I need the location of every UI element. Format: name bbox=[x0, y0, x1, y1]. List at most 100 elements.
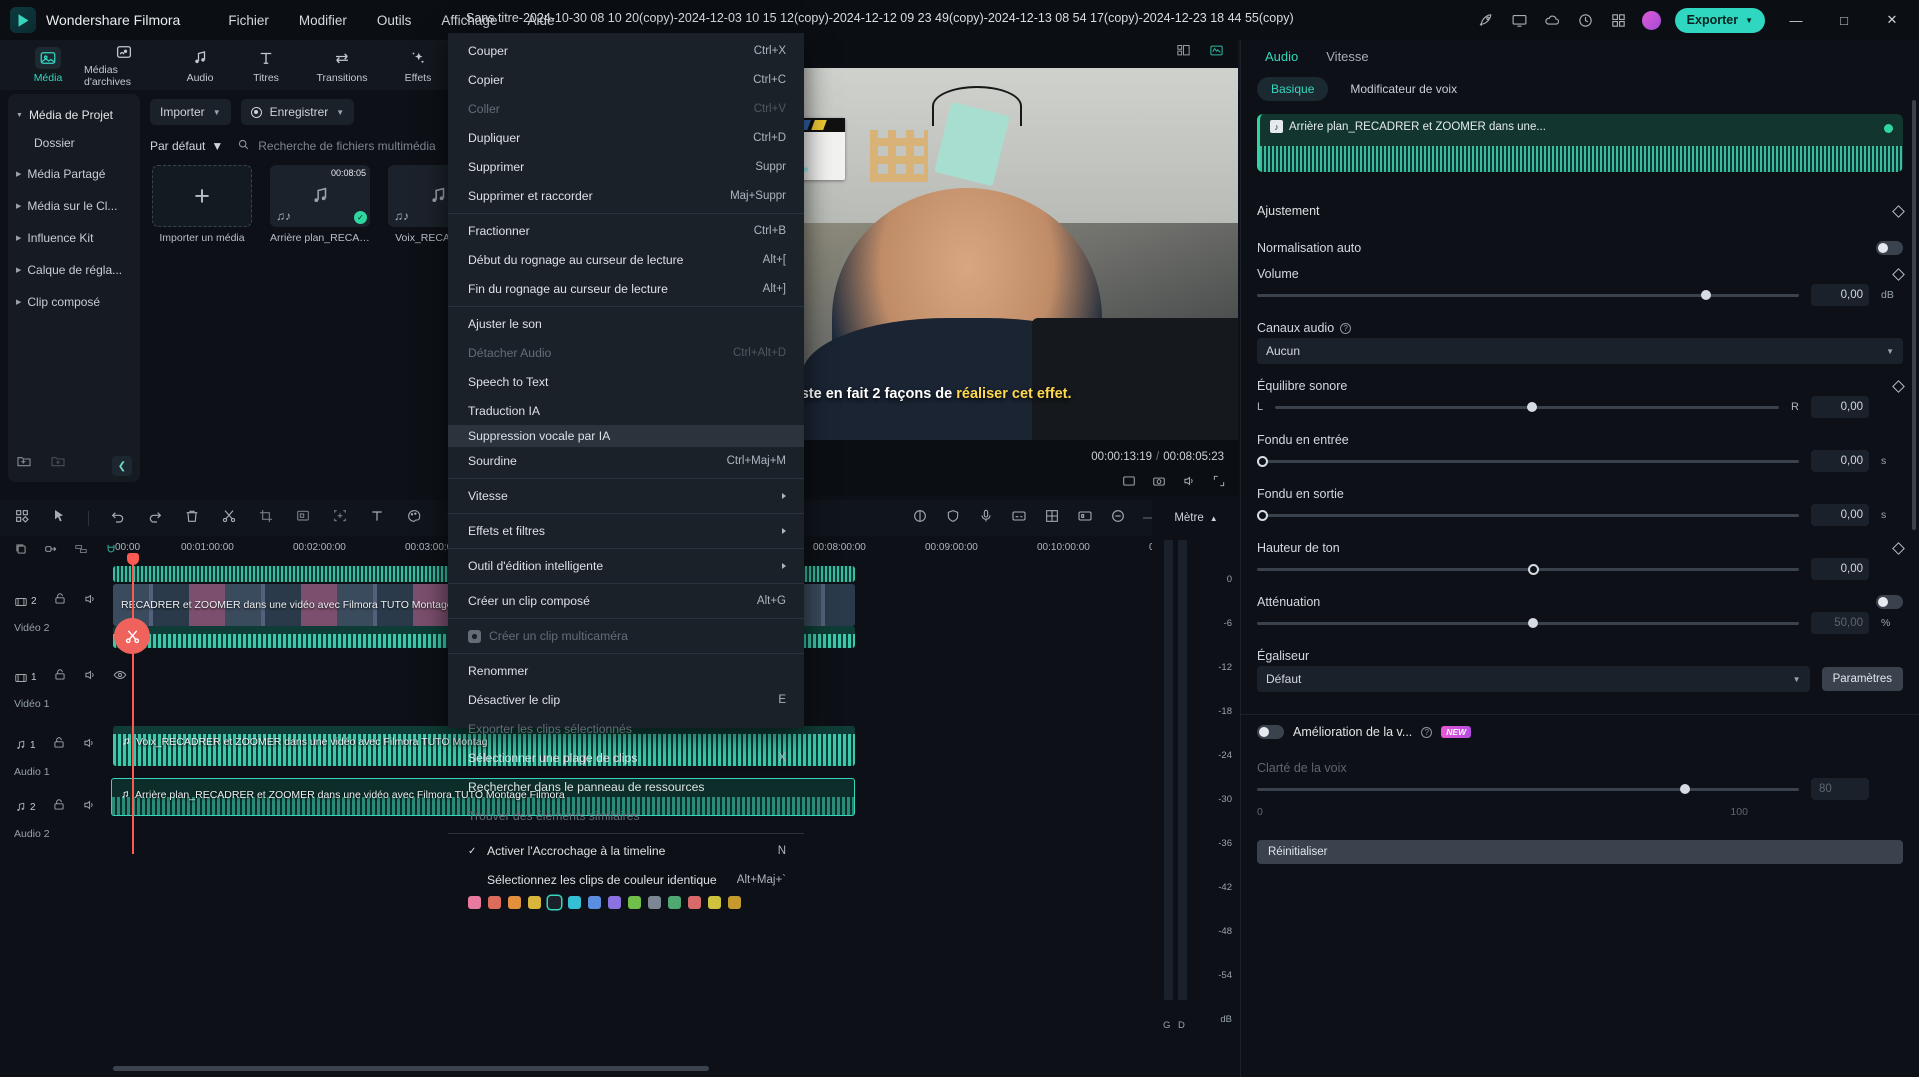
crop-icon[interactable] bbox=[258, 508, 274, 529]
color-swatch[interactable] bbox=[488, 896, 501, 909]
sort-select[interactable]: Par défaut ▼ bbox=[150, 139, 223, 153]
sidebar-item-cloud-media[interactable]: ▶ Média sur le Cl... bbox=[8, 190, 140, 222]
menu-item-supprimer-raccorder[interactable]: Supprimer et raccorder Maj+Suppr bbox=[448, 186, 804, 206]
fullscreen-icon[interactable] bbox=[1122, 474, 1136, 493]
split-marker[interactable] bbox=[114, 618, 150, 654]
ribbon-item-transitions[interactable]: Transitions bbox=[302, 42, 382, 88]
layout-grid-icon[interactable] bbox=[1176, 43, 1191, 63]
menu-item-renommer[interactable]: Renommer bbox=[448, 661, 804, 681]
menu-fichier[interactable]: Fichier bbox=[228, 13, 269, 28]
lock-icon[interactable] bbox=[53, 592, 67, 611]
color-swatch[interactable] bbox=[688, 896, 701, 909]
record-button[interactable]: Enregistrer ▼ bbox=[240, 99, 355, 125]
grid-view-icon[interactable] bbox=[14, 508, 30, 529]
inspector-scrollbar[interactable] bbox=[1912, 100, 1916, 530]
menu-item-selectionner-plage[interactable]: Sélectionner une plage de clips X bbox=[448, 748, 804, 768]
menu-item-fin-rognage[interactable]: Fin du rognage au curseur de lecture Alt+… bbox=[448, 279, 804, 299]
fade-out-value[interactable]: 0,00 bbox=[1811, 504, 1869, 526]
menu-item-sourdine[interactable]: Sourdine Ctrl+Maj+M bbox=[448, 451, 804, 471]
menu-item-selectionner-couleur-identique[interactable]: Sélectionnez les clips de couleur identi… bbox=[448, 870, 804, 890]
fade-in-slider[interactable] bbox=[1257, 454, 1799, 468]
subtitle-icon[interactable] bbox=[1011, 508, 1027, 529]
new-folder-icon[interactable] bbox=[16, 453, 32, 474]
color-swatch[interactable] bbox=[628, 896, 641, 909]
add-track-icon[interactable] bbox=[14, 542, 28, 561]
link-track-icon[interactable] bbox=[44, 542, 58, 561]
menu-outils[interactable]: Outils bbox=[377, 13, 412, 28]
mute-icon[interactable] bbox=[83, 592, 97, 611]
menu-item-copier[interactable]: Copier Ctrl+C bbox=[448, 70, 804, 90]
playhead-handle[interactable] bbox=[127, 553, 139, 565]
media-item-import[interactable]: + Importer un média bbox=[152, 165, 252, 244]
delete-folder-icon[interactable] bbox=[50, 453, 66, 474]
menu-item-vitesse[interactable]: Vitesse bbox=[448, 486, 804, 506]
volume-slider[interactable] bbox=[1257, 288, 1799, 302]
voice-clarity-slider[interactable] bbox=[1257, 782, 1799, 796]
ducking-toggle[interactable] bbox=[1876, 595, 1903, 609]
fade-in-value[interactable]: 0,00 bbox=[1811, 450, 1869, 472]
scope-icon[interactable] bbox=[1209, 43, 1224, 63]
lock-icon[interactable] bbox=[52, 798, 66, 817]
snapshot-icon[interactable] bbox=[1152, 474, 1166, 493]
pitch-slider[interactable] bbox=[1257, 562, 1799, 576]
collapse-sidebar-button[interactable]: ❮ bbox=[112, 456, 132, 476]
normalization-toggle[interactable] bbox=[1876, 241, 1903, 255]
zoom-out-icon[interactable] bbox=[1110, 508, 1126, 529]
color-icon[interactable] bbox=[406, 508, 422, 529]
tab-audio[interactable]: Audio bbox=[1265, 49, 1298, 64]
ducking-value[interactable]: 50,00 bbox=[1811, 612, 1869, 634]
keyframe-diamond-icon[interactable] bbox=[1892, 541, 1905, 555]
lock-icon[interactable] bbox=[52, 736, 66, 755]
menu-item-activer-accrochage[interactable]: ✓ Activer l'Accrochage à la timeline N bbox=[448, 841, 804, 861]
redo-icon[interactable] bbox=[147, 508, 163, 529]
media-thumbnail[interactable]: 00:08:05 ♫♪ ✓ bbox=[270, 165, 370, 227]
menu-item-suppression-vocale-ia[interactable]: Suppression vocale par IA bbox=[448, 425, 804, 447]
color-swatch[interactable] bbox=[648, 896, 661, 909]
history-icon[interactable] bbox=[1576, 11, 1595, 30]
mute-icon[interactable] bbox=[82, 736, 96, 755]
menu-item-speech-to-text[interactable]: Speech to Text bbox=[448, 372, 804, 392]
volume-icon[interactable] bbox=[1182, 474, 1196, 493]
keyframe-diamond-icon[interactable] bbox=[1892, 267, 1905, 281]
menu-item-outil-edition-intelligente[interactable]: Outil d'édition intelligente bbox=[448, 556, 804, 576]
menu-item-traduction-ia[interactable]: Traduction IA bbox=[448, 401, 804, 421]
media-item-audio-bg[interactable]: 00:08:05 ♫♪ ✓ Arrière plan_RECADRE... bbox=[270, 165, 370, 244]
library-project-media-header[interactable]: ▼ Média de Projet bbox=[8, 102, 140, 128]
undo-icon[interactable] bbox=[110, 508, 126, 529]
menu-item-effets-filtres[interactable]: Effets et filtres bbox=[448, 521, 804, 541]
sidebar-item-adjustment-layer[interactable]: ▶ Calque de régla... bbox=[8, 254, 140, 286]
color-swatch[interactable] bbox=[468, 896, 481, 909]
playhead[interactable] bbox=[127, 553, 139, 854]
select-tool-icon[interactable] bbox=[51, 508, 67, 529]
voice-clarity-value[interactable]: 80 bbox=[1811, 778, 1869, 800]
subtab-basic[interactable]: Basique bbox=[1257, 77, 1329, 101]
group-track-icon[interactable] bbox=[74, 542, 88, 561]
mic-icon[interactable] bbox=[978, 508, 994, 529]
mute-icon[interactable] bbox=[82, 798, 96, 817]
cloud-icon[interactable] bbox=[1543, 11, 1562, 30]
timeline-hscrollbar[interactable] bbox=[113, 1066, 1123, 1071]
selected-clip-card[interactable]: ♪ Arrière plan_RECADRER et ZOOMER dans u… bbox=[1257, 114, 1903, 172]
export-button[interactable]: Exporter ▼ bbox=[1674, 7, 1765, 33]
equalizer-settings-button[interactable]: Paramètres bbox=[1821, 667, 1903, 691]
grid-icon[interactable] bbox=[1609, 11, 1628, 30]
menu-item-debut-rognage[interactable]: Début du rognage au curseur de lecture Al… bbox=[448, 250, 804, 270]
monitor-icon[interactable] bbox=[1510, 11, 1529, 30]
search-box[interactable]: Recherche de fichiers multimédia bbox=[237, 138, 436, 154]
color-swatch[interactable] bbox=[708, 896, 721, 909]
tab-speed[interactable]: Vitesse bbox=[1326, 49, 1368, 64]
maximize-button[interactable]: □ bbox=[1827, 0, 1861, 40]
color-swatch[interactable] bbox=[608, 896, 621, 909]
keyframe-diamond-icon[interactable] bbox=[1892, 379, 1905, 393]
import-button[interactable]: Importer ▼ bbox=[150, 99, 231, 125]
help-icon[interactable]: ? bbox=[1340, 322, 1352, 334]
reset-button[interactable]: Réinitialiser bbox=[1257, 840, 1903, 864]
color-swatch[interactable] bbox=[728, 896, 741, 909]
color-swatch[interactable] bbox=[508, 896, 521, 909]
voice-enhance-toggle[interactable] bbox=[1257, 725, 1284, 739]
menu-item-rechercher-panneau[interactable]: Rechercher dans le panneau de ressources bbox=[448, 777, 804, 797]
adjustment-header[interactable]: Ajustement bbox=[1257, 190, 1905, 232]
autoreframe-icon[interactable] bbox=[295, 508, 311, 529]
eye-icon[interactable] bbox=[113, 668, 127, 687]
shield-icon[interactable] bbox=[945, 508, 961, 529]
